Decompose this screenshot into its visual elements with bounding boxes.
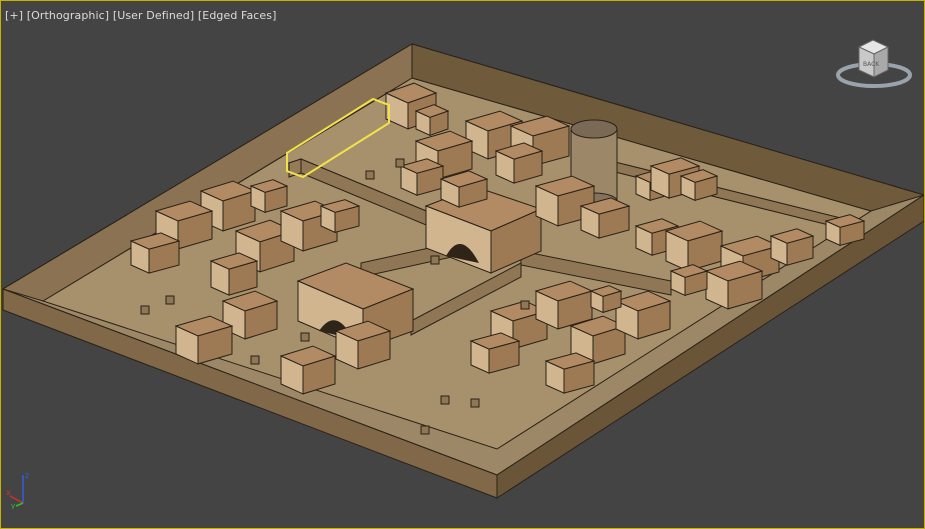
village-ground-tile[interactable] [1,43,924,499]
viewcube-icon[interactable]: BACK [833,37,915,95]
house-block[interactable] [769,228,815,266]
house-block[interactable] [279,345,337,395]
house-block[interactable] [614,290,672,340]
house-block[interactable] [414,104,450,137]
house-block[interactable] [494,142,544,184]
crate-prop [250,355,260,365]
house-block[interactable] [589,285,623,314]
viewport-label-menu: [+] [Orthographic] [User Defined] [Edged… [5,9,277,22]
crate-prop [520,300,530,310]
house-block[interactable] [579,197,631,239]
house-block[interactable] [679,169,719,202]
house-block[interactable] [174,315,234,365]
crate-prop [440,395,450,405]
house-block[interactable] [209,252,259,296]
axis-x-label: x [6,488,11,497]
viewport-plus-menu[interactable]: [+] [5,9,23,22]
crate-prop [165,295,175,305]
crate-prop [430,255,440,265]
house-block[interactable] [334,320,392,370]
house-block[interactable] [544,352,596,394]
crate-prop [470,398,480,408]
scene-3d-model[interactable] [1,1,924,528]
house-block[interactable] [469,332,521,374]
viewport-perspective[interactable]: [+] [Orthographic] [User Defined] [Edged… [0,0,925,529]
viewport-camera-label[interactable]: [User Defined] [113,9,194,22]
axis-y-line [15,502,24,507]
house-block[interactable] [704,260,764,310]
house-block[interactable] [824,214,866,247]
crate-prop [140,305,150,315]
axis-gizmo-icon: z x y [6,471,29,509]
viewcube-face-label: BACK [863,61,880,68]
tower-top [570,119,618,139]
crate-prop [420,425,430,435]
axis-z-label: z [25,471,29,480]
crate-prop [300,332,310,342]
house-block[interactable] [129,232,181,274]
axis-y-label: y [11,502,15,509]
crate-prop [395,158,405,168]
viewport-view-label[interactable]: [Orthographic] [27,9,109,22]
viewport-shading-label[interactable]: [Edged Faces] [198,9,277,22]
house-block[interactable] [319,199,361,234]
house-block[interactable] [399,158,445,196]
crate-prop [365,170,375,180]
house-block[interactable] [669,264,709,297]
house-block[interactable] [664,220,724,272]
house-block[interactable] [249,179,289,214]
